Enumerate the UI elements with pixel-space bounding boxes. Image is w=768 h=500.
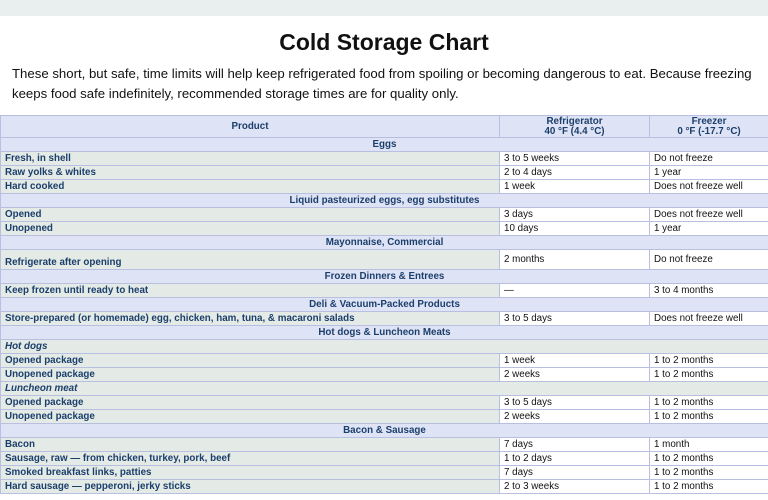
product-cell: Raw yolks & whites [0, 165, 500, 180]
table-row: Refrigerate after opening 2 months Do not … [0, 249, 768, 270]
table-row: Unopened package 2 weeks 1 to 2 months [0, 367, 768, 382]
product-cell: Bacon [0, 437, 500, 452]
product-cell: Opened package [0, 353, 500, 368]
freezer-cell: 1 to 2 months [649, 465, 768, 480]
freezer-cell: 1 year [649, 221, 768, 236]
category-row: Hot dogs & Luncheon Meats [0, 325, 768, 340]
header-product-label: Product [231, 120, 269, 132]
freezer-cell: 1 month [649, 437, 768, 452]
category-row: Mayonnaise, Commercial [0, 235, 768, 250]
header-freezer-temp: 0 °F (-17.7 °C) [677, 125, 741, 137]
product-cell: Unopened package [0, 367, 500, 382]
product-cell: Fresh, in shell [0, 151, 500, 166]
freezer-cell: 1 to 2 months [649, 395, 768, 410]
category-label: Bacon & Sausage [0, 423, 768, 438]
header-product: Product [0, 115, 500, 138]
category-row: Frozen Dinners & Entrees [0, 269, 768, 284]
refrigerator-cell: 1 to 2 days [499, 451, 650, 466]
category-label: Hot dogs & Luncheon Meats [0, 325, 768, 340]
freezer-cell: 1 to 2 months [649, 367, 768, 382]
refrigerator-cell: 2 to 3 weeks [499, 479, 650, 494]
refrigerator-cell: 3 to 5 days [499, 395, 650, 410]
refrigerator-cell: 7 days [499, 437, 650, 452]
table-row: Hard cooked 1 week Does not freeze well [0, 179, 768, 194]
refrigerator-cell: 2 weeks [499, 409, 650, 424]
product-cell: Keep frozen until ready to heat [0, 283, 500, 298]
freezer-cell: 1 to 2 months [649, 353, 768, 368]
refrigerator-cell: 3 days [499, 207, 650, 222]
refrigerator-cell: 3 to 5 weeks [499, 151, 650, 166]
refrigerator-cell: 2 months [499, 249, 650, 270]
table-row: Fresh, in shell 3 to 5 weeks Do not freeze [0, 151, 768, 166]
table-row: Raw yolks & whites 2 to 4 days 1 year [0, 165, 768, 180]
cold-storage-table: Product Refrigerator 40 °F (4.4 °C) Freez… [0, 115, 768, 494]
product-cell: Hard sausage — pepperoni, jerky sticks [0, 479, 500, 494]
refrigerator-cell: 2 to 4 days [499, 165, 650, 180]
product-cell: Sausage, raw — from chicken, turkey, por… [0, 451, 500, 466]
refrigerator-cell: 2 weeks [499, 367, 650, 382]
header-refrigerator: Refrigerator 40 °F (4.4 °C) [499, 115, 650, 138]
refrigerator-cell: 1 week [499, 179, 650, 194]
table-row: Unopened package 2 weeks 1 to 2 months [0, 409, 768, 424]
subcategory-row: Hot dogs [0, 339, 768, 354]
freezer-cell: Does not freeze well [649, 207, 768, 222]
product-cell: Smoked breakfast links, patties [0, 465, 500, 480]
product-cell: Refrigerate after opening [0, 249, 500, 270]
table-row: Hard sausage — pepperoni, jerky sticks 2 … [0, 479, 768, 494]
category-label: Mayonnaise, Commercial [0, 235, 768, 250]
category-row: Bacon & Sausage [0, 423, 768, 438]
table-row: Opened package 1 week 1 to 2 months [0, 353, 768, 368]
freezer-cell: Do not freeze [649, 151, 768, 166]
intro-paragraph: These short, but safe, time limits will … [12, 66, 752, 101]
freezer-cell: 1 to 2 months [649, 479, 768, 494]
product-cell: Hard cooked [0, 179, 500, 194]
refrigerator-cell: — [499, 283, 650, 298]
table-row: Smoked breakfast links, patties 7 days 1 t… [0, 465, 768, 480]
page-title: Cold Storage Chart [279, 29, 489, 55]
table-row: Unopened 10 days 1 year [0, 221, 768, 236]
freezer-cell: 1 year [649, 165, 768, 180]
freezer-cell: 3 to 4 months [649, 283, 768, 298]
top-bar [0, 0, 768, 16]
table-row: Opened package 3 to 5 days 1 to 2 months [0, 395, 768, 410]
freezer-cell: Does not freeze well [649, 311, 768, 326]
table-row: Sausage, raw — from chicken, turkey, por… [0, 451, 768, 466]
subcategory-label: Luncheon meat [0, 381, 768, 396]
subcategory-label: Hot dogs [0, 339, 768, 354]
table-row: Opened 3 days Does not freeze well [0, 207, 768, 222]
table-header-row: Product Refrigerator 40 °F (4.4 °C) Freez… [0, 115, 768, 138]
category-label: Frozen Dinners & Entrees [0, 269, 768, 284]
category-row: Eggs [0, 137, 768, 152]
refrigerator-cell: 1 week [499, 353, 650, 368]
product-cell: Unopened package [0, 409, 500, 424]
product-cell: Store-prepared (or homemade) egg, chicke… [0, 311, 500, 326]
category-row: Liquid pasteurized eggs, egg substitutes [0, 193, 768, 208]
freezer-cell: Do not freeze [649, 249, 768, 270]
category-label: Liquid pasteurized eggs, egg substitutes [0, 193, 768, 208]
freezer-cell: Does not freeze well [649, 179, 768, 194]
freezer-cell: 1 to 2 months [649, 409, 768, 424]
product-cell: Unopened [0, 221, 500, 236]
freezer-cell: 1 to 2 months [649, 451, 768, 466]
refrigerator-cell: 7 days [499, 465, 650, 480]
subcategory-row: Luncheon meat [0, 381, 768, 396]
category-label: Eggs [0, 137, 768, 152]
header-refrigerator-temp: 40 °F (4.4 °C) [544, 125, 605, 137]
category-label: Deli & Vacuum-Packed Products [0, 297, 768, 312]
product-cell: Opened [0, 207, 500, 222]
table-row: Keep frozen until ready to heat —3 to 4 m… [0, 283, 768, 298]
header-freezer: Freezer 0 °F (-17.7 °C) [649, 115, 768, 138]
table-row: Store-prepared (or homemade) egg, chicke… [0, 311, 768, 326]
table-row: Bacon 7 days 1 month [0, 437, 768, 452]
refrigerator-cell: 3 to 5 days [499, 311, 650, 326]
refrigerator-cell: 10 days [499, 221, 650, 236]
category-row: Deli & Vacuum-Packed Products [0, 297, 768, 312]
product-cell: Opened package [0, 395, 500, 410]
